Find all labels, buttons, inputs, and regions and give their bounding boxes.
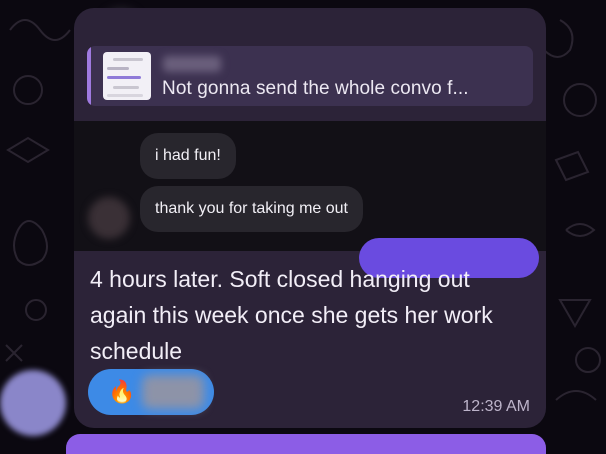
reply-quoted-text: Not gonna send the whole convo f... [162,78,469,99]
screenshot-message: thank you for taking me out [140,186,363,232]
reply-accent-bar [87,46,91,106]
message-bubble[interactable]: Not gonna send the whole convo f... i ha… [74,8,546,428]
message-timestamp: 12:39 AM [462,398,530,415]
reply-sender-name-blurred [163,56,221,72]
attached-chat-screenshot[interactable]: i had fun! thank you for taking me out [74,121,546,278]
reaction-user-avatar-blurred [142,375,204,409]
message-caption: 4 hours later. Soft closed hanging out a… [90,266,493,364]
reply-preview[interactable]: Not gonna send the whole convo f... [87,46,533,106]
screenshot-message: i had fun! [140,133,236,179]
fire-emoji: 🔥 [108,379,136,404]
next-message-bubble[interactable] [66,434,546,454]
screenshot-avatar-blurred [88,197,130,239]
reply-thumbnail [103,52,151,100]
contact-avatar-blurred[interactable] [0,370,66,436]
reaction-chip[interactable]: 🔥 [88,369,214,415]
